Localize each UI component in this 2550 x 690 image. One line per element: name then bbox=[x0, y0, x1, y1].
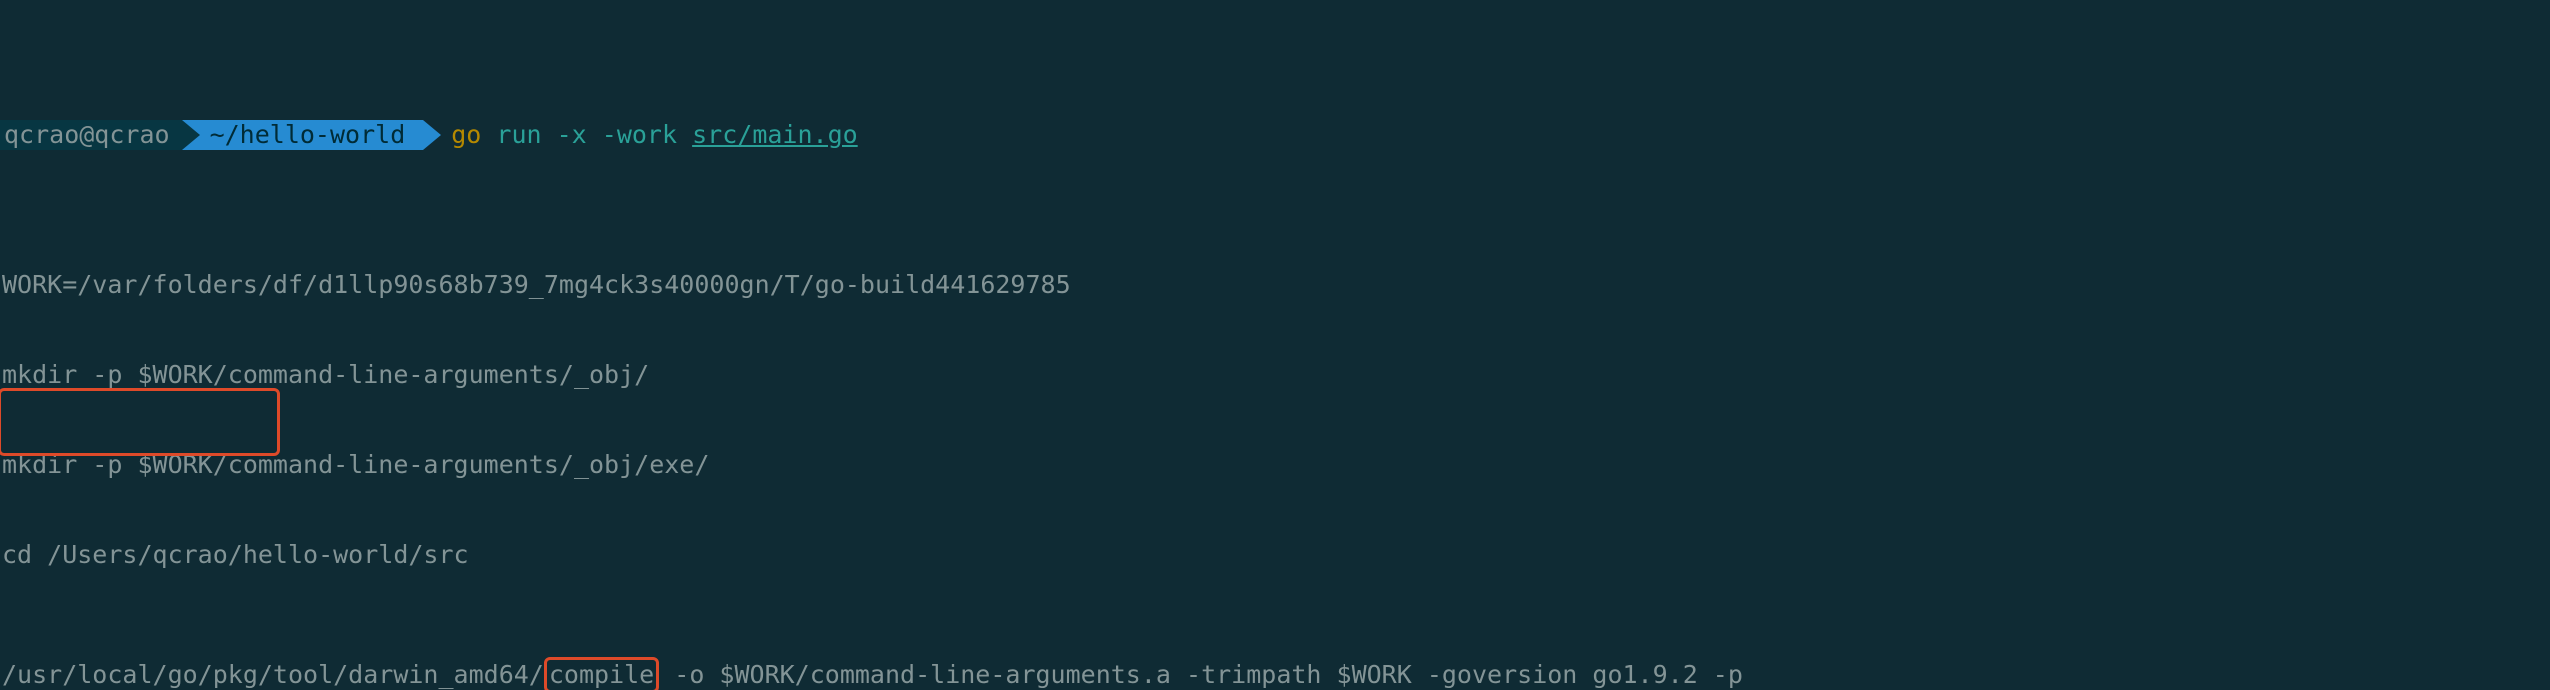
output-line: mkdir -p $WORK/command-line-arguments/_o… bbox=[0, 360, 2550, 390]
prompt-user: qcrao@qcrao bbox=[4, 120, 170, 150]
output-line: cd /Users/qcrao/hello-world/src bbox=[0, 540, 2550, 570]
terminal-window: qcrao@qcrao ~/hello-worldgo run -x -work… bbox=[0, 0, 2550, 690]
command-args: run -x -work bbox=[496, 120, 677, 150]
prompt-path-segment: ~/hello-world bbox=[182, 120, 424, 150]
prompt-line[interactable]: qcrao@qcrao ~/hello-worldgo run -x -work… bbox=[0, 120, 2550, 150]
command-file: src/main.go bbox=[692, 120, 858, 150]
prompt-user-segment: qcrao@qcrao bbox=[0, 120, 182, 150]
prompt-path: ~/hello-world bbox=[210, 120, 406, 150]
output-line: /usr/local/go/pkg/tool/darwin_amd64/comp… bbox=[0, 660, 2550, 690]
output-line: mkdir -p $WORK/command-line-arguments/_o… bbox=[0, 450, 2550, 480]
output-highlight-box bbox=[0, 388, 280, 456]
output-line: WORK=/var/folders/df/d1llp90s68b739_7mg4… bbox=[0, 270, 2550, 300]
compile-highlight: compile bbox=[544, 657, 659, 690]
